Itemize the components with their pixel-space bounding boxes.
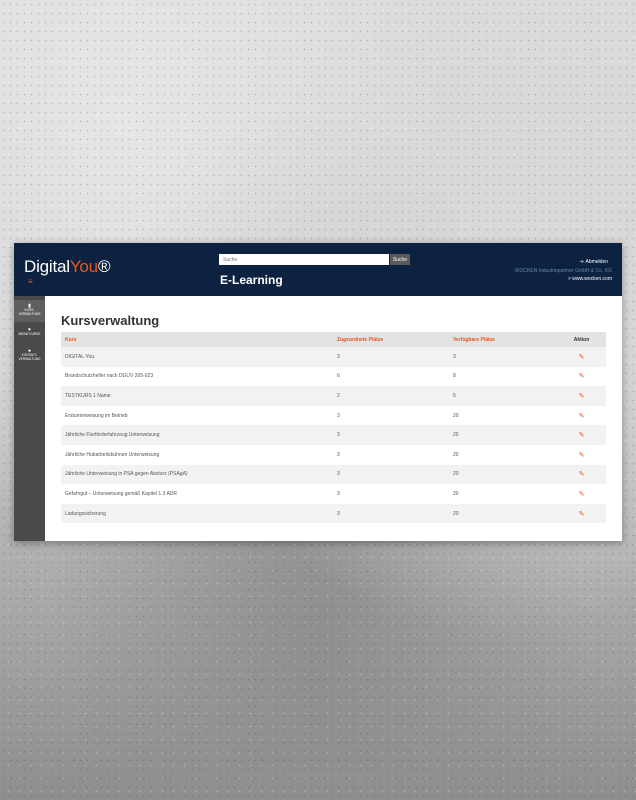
table-row: Ladungssicherung 3 20 ✎ (61, 503, 606, 524)
cell-kurs: Jährliche Unterweisung in PSA gegen Abst… (65, 471, 188, 478)
column-header-aktion: Aktion (573, 336, 590, 343)
cell-kurs: Jährliche Hubarbeitsbühnen Unterweisung (65, 451, 160, 458)
cell-kurs: Jährliche Flurförderfahrzeug Unterweisun… (65, 432, 160, 439)
sidebar-item-label: VERWALTUNG (18, 356, 41, 361)
column-header-verfuegbare-plaetze[interactable]: Verfügbare Plätze (449, 332, 553, 347)
cell-zugeordnet: 3 (337, 451, 340, 458)
cell-verfuegbar: 20 (453, 490, 459, 497)
cell-verfuegbar: 3 (453, 353, 456, 360)
app-window: DigitalYou® ≡ Suche E-Learning ⇥ Abmelde… (14, 243, 622, 541)
website-link[interactable]: > www.wocken.com (568, 276, 612, 282)
edit-icon[interactable]: ✎ (553, 465, 606, 485)
main-content: Kursverwaltung Kurs Zugeordnete Plätze V… (61, 313, 606, 524)
table-header-row: Kurs Zugeordnete Plätze Verfügbare Plätz… (61, 332, 606, 347)
cell-kurs: DIGITAL-You (65, 353, 95, 360)
cell-kurs: Gefahrgut – Unterweisung gemäß Kapitel 1… (65, 490, 178, 497)
menu-icon[interactable]: ≡ (28, 277, 33, 286)
edit-icon[interactable]: ✎ (553, 484, 606, 504)
table-row: Jährliche Hubarbeitsbühnen Unterweisung … (61, 444, 606, 465)
edit-icon[interactable]: ✎ (553, 445, 606, 465)
company-name: WOCKEN Industriepartner GmbH & Co. KG (514, 268, 612, 274)
logout-label: Abmelden (585, 259, 608, 265)
edit-icon[interactable]: ✎ (553, 347, 606, 367)
cell-zugeordnet: 3 (337, 471, 340, 478)
search-button[interactable]: Suche (390, 254, 410, 265)
sidebar-item-label: MEINE KURSE (18, 332, 41, 336)
sidebar-item-meine-kurse[interactable]: ♥ MEINE KURSE (14, 325, 45, 341)
app-title: E-Learning (220, 273, 283, 287)
top-header: DigitalYou® ≡ Suche E-Learning ⇥ Abmelde… (14, 243, 622, 296)
edit-icon[interactable]: ✎ (553, 386, 606, 406)
cell-verfuegbar: 5 (453, 392, 456, 399)
cell-verfuegbar: 20 (453, 510, 459, 517)
logo-accent: You (69, 257, 98, 276)
course-table: Kurs Zugeordnete Plätze Verfügbare Plätz… (61, 332, 606, 524)
cell-zugeordnet: 3 (337, 353, 340, 360)
table-row: Brandschutzhelfer nach DGUV 205-023 6 8 … (61, 366, 606, 387)
column-header-zugeordnete-plaetze[interactable]: Zugeordnete Plätze (333, 332, 449, 347)
cell-kurs: Ladungssicherung (65, 510, 106, 517)
page-title: Kursverwaltung (61, 313, 160, 328)
cell-verfuegbar: 8 (453, 373, 456, 380)
column-header-kurs[interactable]: Kurs (61, 332, 333, 347)
edit-icon[interactable]: ✎ (553, 406, 606, 426)
table-row: Jährliche Unterweisung in PSA gegen Abst… (61, 464, 606, 485)
edit-icon[interactable]: ✎ (553, 367, 606, 387)
cell-zugeordnet: 3 (337, 490, 340, 497)
table-row: Jährliche Flurförderfahrzeug Unterweisun… (61, 425, 606, 445)
logo-registered-mark: ® (97, 257, 111, 276)
cell-zugeordnet: 6 (337, 373, 340, 380)
sidebar-item-kontaktverwaltung[interactable]: ● KONTAKT- VERWALTUNG (14, 346, 45, 366)
cell-kurs: Erstunterweisung im Betrieb (65, 412, 128, 419)
logo[interactable]: DigitalYou® (24, 257, 110, 277)
table-row: Erstunterweisung im Betrieb 3 20 ✎ (61, 405, 606, 426)
cell-verfuegbar: 20 (453, 412, 459, 419)
cell-verfuegbar: 20 (453, 451, 459, 458)
table-row: DIGITAL-You 3 3 ✎ (61, 347, 606, 367)
cell-zugeordnet: 3 (337, 412, 340, 419)
search-input[interactable] (219, 254, 389, 265)
logout-link[interactable]: ⇥ Abmelden (579, 259, 608, 265)
cell-verfuegbar: 20 (453, 471, 459, 478)
cell-zugeordnet: 2 (337, 392, 340, 399)
logo-main: Digital (24, 257, 70, 276)
logout-icon: ⇥ (579, 259, 584, 265)
edit-icon[interactable]: ✎ (553, 504, 606, 524)
cell-kurs: TESTKURS 1 Name (65, 392, 111, 399)
cell-zugeordnet: 3 (337, 432, 340, 439)
cell-zugeordnet: 3 (337, 510, 340, 517)
sidebar-item-kursverwaltung[interactable]: ▮ KURS- VERWALTUNG (14, 300, 45, 322)
sidebar-item-label: VERWALTUNG (18, 311, 41, 316)
sidebar: ▮ KURS- VERWALTUNG ♥ MEINE KURSE ● KONTA… (14, 296, 45, 541)
cell-verfuegbar: 20 (453, 432, 459, 439)
cell-kurs: Brandschutzhelfer nach DGUV 205-023 (65, 373, 154, 380)
table-row: TESTKURS 1 Name 2 5 ✎ (61, 386, 606, 406)
edit-icon[interactable]: ✎ (553, 425, 606, 445)
table-row: Gefahrgut – Unterweisung gemäß Kapitel 1… (61, 484, 606, 504)
